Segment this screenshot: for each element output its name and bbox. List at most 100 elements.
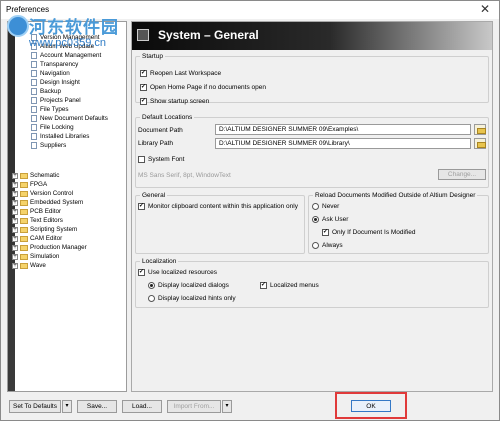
tree-group-label: PCB Editor	[30, 208, 62, 215]
general-legend: General	[142, 192, 166, 199]
tree-item[interactable]: Navigation	[31, 69, 70, 78]
expand-icon[interactable]: +	[12, 208, 18, 215]
tree-item[interactable]: File Locking	[31, 123, 74, 132]
never-label: Never	[322, 203, 340, 210]
reload-always-radio[interactable]: Always	[312, 242, 343, 249]
expand-icon[interactable]: +	[12, 181, 18, 188]
chevron-down-icon[interactable]: ▾	[222, 400, 232, 413]
expand-icon[interactable]: +	[12, 235, 18, 242]
ok-button[interactable]: OK	[351, 400, 391, 412]
chevron-down-icon[interactable]: ▾	[62, 400, 72, 413]
tree-item-label: Backup	[40, 88, 62, 95]
radio-selected-icon	[148, 282, 155, 289]
page-icon	[31, 106, 37, 113]
page-icon	[31, 61, 37, 68]
settings-panel: System – General Startup ✓ Reopen Last Wo…	[131, 21, 493, 392]
expand-icon[interactable]: +	[12, 199, 18, 206]
tree-item[interactable]: Transparency	[31, 60, 78, 69]
radio-icon	[312, 242, 319, 249]
expand-icon[interactable]: +	[12, 262, 18, 269]
expand-icon[interactable]: +	[12, 226, 18, 233]
browse-folder-icon[interactable]	[474, 124, 486, 135]
system-font-checkbox[interactable]: System Font	[138, 156, 184, 163]
change-font-button[interactable]: Change...	[438, 169, 486, 180]
localized-dialogs-radio[interactable]: Display localized dialogs	[148, 282, 229, 289]
tree-item[interactable]: Backup	[31, 87, 61, 96]
tree-group[interactable]: + CAM Editor	[12, 234, 62, 243]
document-path-field[interactable]: D:\ALTIUM DESIGNER SUMMER 09\Examples\	[215, 124, 471, 135]
library-path-field[interactable]: D:\ALTIUM DESIGNER SUMMER 09\Library\	[215, 138, 471, 149]
tree-item[interactable]: Design Insight	[31, 78, 80, 87]
folder-icon	[20, 262, 28, 269]
tree-item-label: Installed Libraries	[40, 133, 90, 140]
tree-group[interactable]: + Production Manager	[12, 243, 87, 252]
import-from-button[interactable]: Import From...	[167, 400, 221, 413]
reopen-checkbox[interactable]: ✓ Reopen Last Workspace	[140, 70, 221, 77]
open-home-checkbox[interactable]: ✓ Open Home Page if no documents open	[140, 84, 266, 91]
always-label: Always	[322, 242, 343, 249]
only-if-label: Only If Document Is Modified	[332, 229, 416, 236]
tree-group[interactable]: + Schematic	[12, 171, 59, 180]
monitor-clipboard-checkbox[interactable]: ✓ Monitor clipboard content within this a…	[138, 203, 302, 210]
monitor-clipboard-label: Monitor clipboard content within this ap…	[148, 203, 298, 210]
check-icon: ✓	[140, 98, 147, 105]
tree-group-label: Embedded System	[30, 199, 84, 206]
tree-item-label: Suppliers	[40, 142, 67, 149]
tree-item[interactable]: Suppliers	[31, 141, 66, 150]
tree-group[interactable]: + Version Control	[12, 189, 73, 198]
close-icon[interactable]: ✕	[477, 2, 493, 17]
check-icon: ✓	[138, 203, 145, 210]
check-icon: ✓	[140, 84, 147, 91]
tree-item-label: Design Insight	[40, 79, 80, 86]
expand-icon[interactable]: +	[12, 172, 18, 179]
startup-legend: Startup	[142, 53, 163, 60]
tree-item[interactable]: File Types	[31, 105, 69, 114]
tree-group-label: FPGA	[30, 181, 48, 188]
tree-item-label: File Locking	[40, 124, 74, 131]
localized-menus-checkbox[interactable]: ✓ Localized menus	[260, 282, 319, 289]
tree-group[interactable]: + Wave	[12, 261, 46, 270]
tree-group[interactable]: + Scripting System	[12, 225, 77, 234]
radio-icon	[312, 203, 319, 210]
set-to-defaults-button[interactable]: Set To Defaults	[9, 400, 61, 413]
expand-icon[interactable]: +	[12, 217, 18, 224]
check-icon: ✓	[138, 269, 145, 276]
tree-group[interactable]: + FPGA	[12, 180, 47, 189]
system-font-label: System Font	[148, 156, 185, 163]
tree-group[interactable]: + Embedded System	[12, 198, 83, 207]
tree-item[interactable]: Installed Libraries	[31, 132, 89, 141]
reload-never-radio[interactable]: Never	[312, 203, 339, 210]
folder-icon	[20, 217, 28, 224]
tree-group[interactable]: + PCB Editor	[12, 207, 61, 216]
startup-group: Startup	[135, 53, 489, 103]
check-icon: ✓	[140, 70, 147, 77]
watermark-url: www.pc0359.cn	[29, 37, 107, 49]
page-title: System – General	[158, 28, 259, 42]
tree-item[interactable]: Projects Panel	[31, 96, 81, 105]
only-if-modified-checkbox[interactable]: ✓ Only If Document Is Modified	[322, 229, 415, 236]
watermark: 河东软件园 www.pc0359.cn	[1, 13, 141, 58]
tree-group[interactable]: + Text Editors	[12, 216, 63, 225]
locations-legend: Default Locations	[142, 114, 193, 121]
preferences-tree[interactable]: Version Management Altium Web Update Accou…	[7, 21, 127, 392]
ok-highlight: OK	[335, 392, 407, 419]
localized-hints-radio[interactable]: Display localized hints only	[148, 295, 236, 302]
library-path-label: Library Path	[138, 140, 174, 147]
tree-item[interactable]: New Document Defaults	[31, 114, 108, 123]
tree-group[interactable]: + Simulation	[12, 252, 59, 261]
show-startup-checkbox[interactable]: ✓ Show startup screen	[140, 98, 209, 105]
watermark-logo-icon	[7, 15, 29, 37]
save-button[interactable]: Save...	[77, 400, 117, 413]
reload-ask-radio[interactable]: Ask User	[312, 216, 348, 223]
browse-folder-icon[interactable]	[474, 138, 486, 149]
expand-icon[interactable]: +	[12, 253, 18, 260]
load-button[interactable]: Load...	[122, 400, 162, 413]
page-icon	[31, 88, 37, 95]
page-icon	[31, 97, 37, 104]
font-value: MS Sans Serif, 8pt, WindowText	[138, 172, 231, 179]
expand-icon[interactable]: +	[12, 244, 18, 251]
tree-group-label: Scripting System	[30, 226, 78, 233]
expand-icon[interactable]: +	[12, 190, 18, 197]
use-localized-checkbox[interactable]: ✓ Use localized resources	[138, 269, 217, 276]
check-icon: ✓	[260, 282, 267, 289]
